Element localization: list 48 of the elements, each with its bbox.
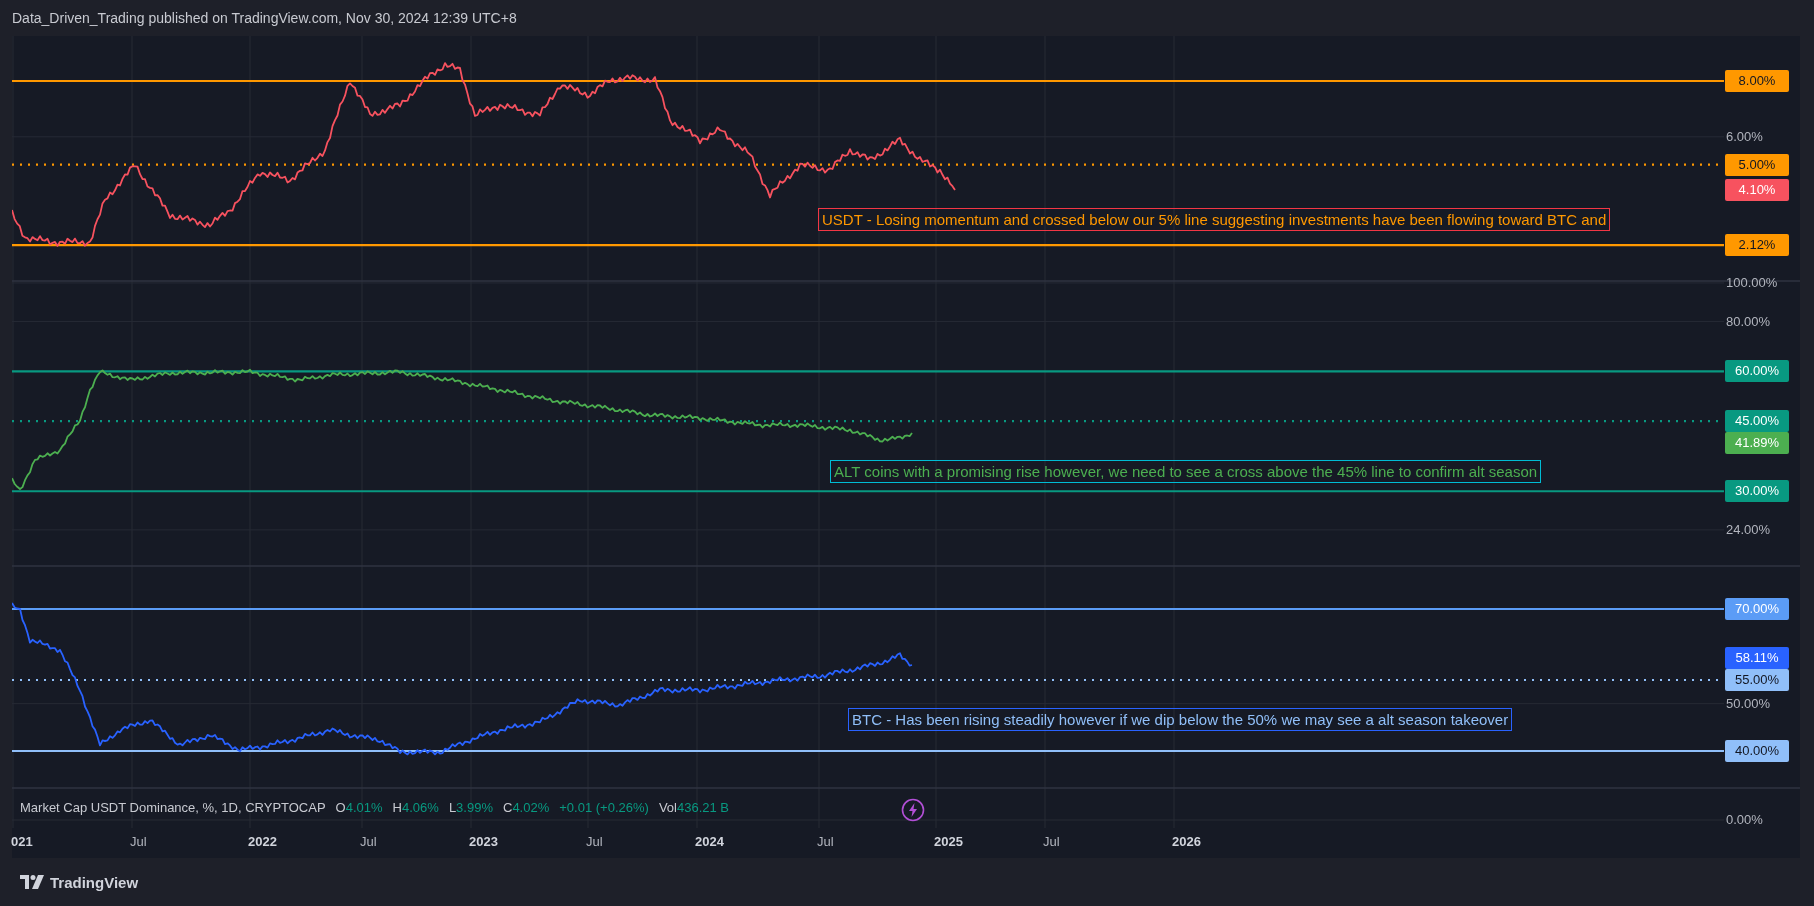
ohlc-key: L (448, 800, 457, 815)
price-level-label: 5.00% (1725, 153, 1789, 176)
volume-key: Vol (658, 800, 677, 815)
ohlc-key: H (392, 800, 402, 815)
ohlc-value: 4.01% (345, 800, 383, 815)
time-axis-label: 021 (11, 834, 33, 849)
ohlc-value: 3.99% (456, 800, 493, 815)
current-value-label: 58.11% (1725, 647, 1789, 669)
current-value-label: 41.89% (1725, 432, 1789, 455)
axis-tick-label: 80.00% (1726, 312, 1771, 331)
current-value-label: 4.10% (1725, 178, 1789, 201)
time-axis-label: Jul (817, 834, 834, 849)
chart-annotation: ALT coins with a promising rise however, we need to see a cross above the 45% line to confirm alt season (830, 460, 1542, 483)
price-level-label: 45.00% (1725, 410, 1789, 433)
volume-value: 436.21 B (676, 800, 729, 815)
time-axis-label: 2022 (248, 834, 277, 849)
price-level-label: 30.00% (1725, 480, 1789, 503)
time-axis-label: 2025 (934, 834, 963, 849)
chart-annotation: BTC - Has been rising steadily however if we dip below the 50% we may see a alt season takeover (848, 708, 1513, 731)
time-axis-label: 2026 (1172, 834, 1201, 849)
time-axis-label: Jul (130, 834, 147, 849)
ohlc-key: C (503, 800, 513, 815)
axis-tick-label: 24.00% (1726, 520, 1771, 539)
time-axis-label: 2023 (469, 834, 498, 849)
axis-tick-label: 100.00% (1726, 273, 1778, 292)
axis-tick-label: 0.00% (1726, 811, 1763, 829)
symbol-title: Market Cap USDT Dominance, %, 1D, CRYPTOCAP (20, 800, 326, 815)
time-axis-label: Jul (1043, 834, 1060, 849)
axis-tick-label: 6.00% (1726, 127, 1763, 146)
ohlc-key: O (335, 800, 346, 815)
time-axis-label: Jul (586, 834, 603, 849)
publisher-caption: Data_Driven_Trading published on TradingView.com, Nov 30, 2024 12:39 UTC+8 (12, 10, 517, 26)
price-level-label: 2.12% (1725, 234, 1789, 257)
price-change: +0.01 (+0.26%) (559, 800, 649, 815)
brand-name: TradingView (50, 873, 139, 891)
price-level-label: 55.00% (1725, 669, 1789, 691)
axis-tick-label: 50.00% (1726, 694, 1771, 713)
ohlc-value: 4.06% (402, 800, 439, 815)
time-axis-label: Jul (360, 834, 377, 849)
time-axis-label: 2024 (695, 834, 724, 849)
price-level-label: 60.00% (1725, 360, 1789, 383)
ohlc-value: 4.02% (512, 800, 550, 815)
chart-annotation: USDT - Losing momentum and crossed below our 5% line suggesting investments have been flowing toward BTC and (818, 208, 1611, 231)
price-level-label: 40.00% (1725, 740, 1789, 762)
price-level-label: 70.00% (1725, 598, 1789, 620)
lightning-icon[interactable] (901, 798, 925, 822)
brand-logo-icon (20, 875, 44, 889)
price-level-label: 8.00% (1725, 70, 1789, 92)
